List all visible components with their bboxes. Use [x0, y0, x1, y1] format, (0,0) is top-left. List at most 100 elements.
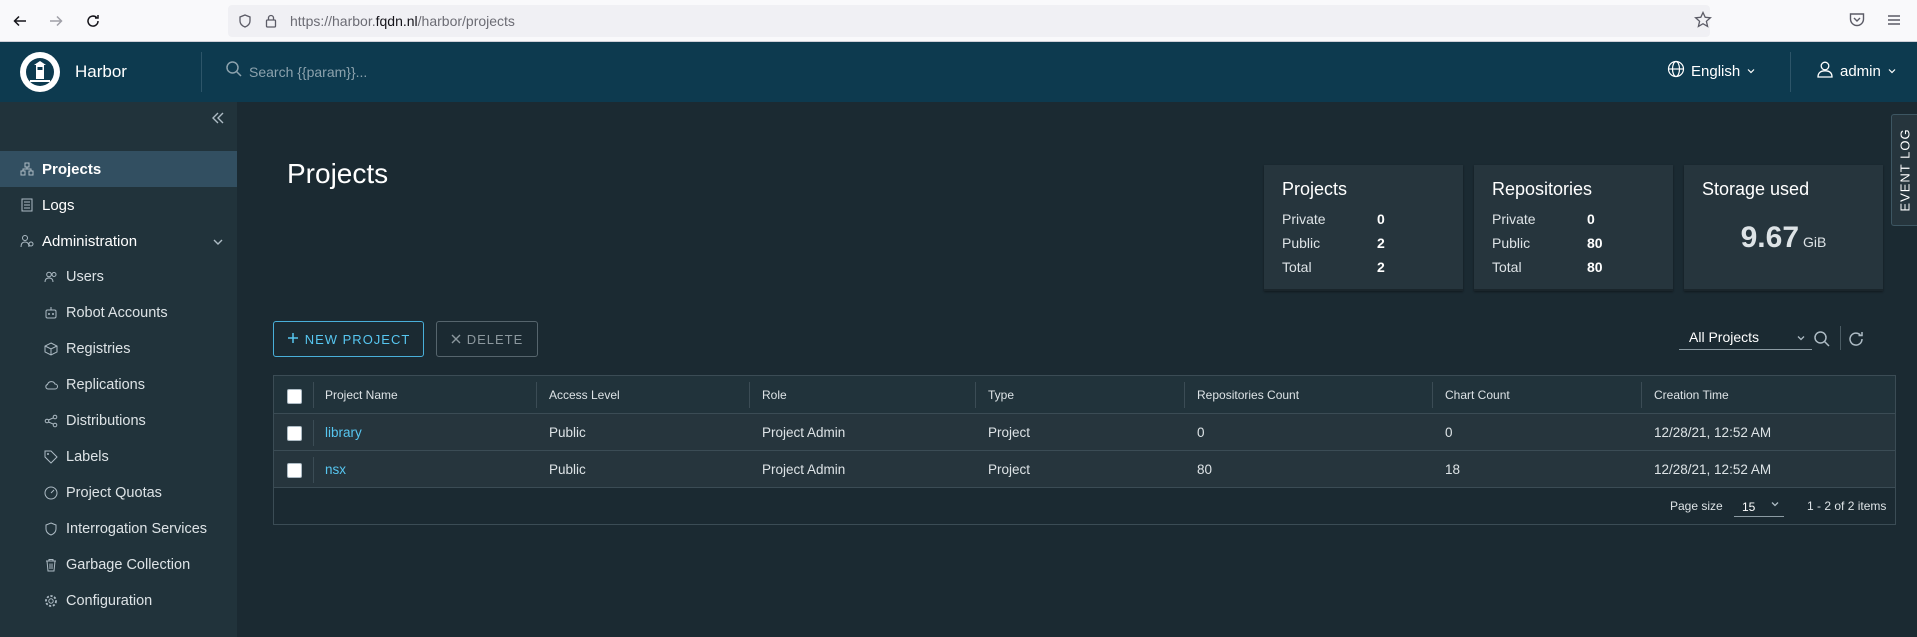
header-divider	[201, 52, 202, 92]
projects-icon	[20, 162, 34, 176]
sidebar-item-interrogation-services[interactable]: Interrogation Services	[0, 511, 237, 547]
sidebar-item-label: Distributions	[66, 413, 146, 429]
user-menu[interactable]: admin	[1816, 60, 1897, 82]
shield-icon[interactable]	[237, 13, 253, 29]
cell-role: Project Admin	[762, 462, 846, 477]
registries-icon	[44, 342, 58, 356]
event-log-tab[interactable]: EVENT LOG	[1891, 114, 1917, 226]
pagination-description: 1 - 2 of 2 items	[1807, 499, 1887, 513]
column-header-repositories-count[interactable]: Repositories Count	[1197, 388, 1299, 402]
forward-icon[interactable]	[44, 9, 68, 33]
projects-table: Project Name Access Level Role Type Repo…	[273, 375, 1896, 525]
sidebar-item-label: Administration	[42, 232, 138, 250]
sidebar-item-project-quotas[interactable]: Project Quotas	[0, 475, 237, 511]
hamburger-menu-icon[interactable]	[1885, 11, 1903, 34]
share-icon	[44, 414, 58, 428]
sidebar-item-label: Labels	[66, 449, 109, 465]
table-footer: Page size 15 1 - 2 of 2 items	[274, 488, 1895, 524]
chevron-down-icon	[1746, 63, 1756, 80]
page-size-select[interactable]: 15	[1734, 495, 1784, 517]
administration-icon	[20, 234, 34, 248]
search-input[interactable]	[249, 63, 549, 80]
project-name-link[interactable]: nsx	[325, 462, 346, 477]
column-header-access-level[interactable]: Access Level	[549, 388, 620, 402]
cloud-icon	[44, 378, 58, 392]
globe-icon	[1667, 60, 1685, 82]
toolbar-divider	[1840, 326, 1841, 350]
page-size-value: 15	[1742, 500, 1756, 514]
column-divider	[313, 457, 314, 483]
browser-toolbar: https://harbor.fqdn.nl/harbor/projects	[0, 0, 1917, 42]
cell-chart-count: 0	[1445, 425, 1453, 440]
column-divider	[1432, 382, 1433, 408]
sidebar-item-garbage-collection[interactable]: Garbage Collection	[0, 547, 237, 583]
sidebar-item-label: Interrogation Services	[66, 521, 208, 537]
language-label: English	[1691, 62, 1741, 80]
cell-type: Project	[988, 425, 1031, 440]
sidebar: Projects Logs Administration Users Robot…	[0, 102, 237, 637]
storage-summary-card: Storage used 9.67 GiB	[1684, 165, 1883, 291]
projects-summary-card: Projects Private 0 Public 2 Total 2	[1264, 165, 1463, 291]
table-row: nsx Public Project Admin Project 80 18 1…	[274, 451, 1895, 488]
repositories-summary-card: Repositories Private 0 Public 80 Total 80	[1474, 165, 1673, 291]
url-text: https://harbor.fqdn.nl/harbor/projects	[290, 13, 515, 29]
back-icon[interactable]	[8, 9, 32, 33]
header-divider	[1790, 52, 1791, 92]
column-header-type[interactable]: Type	[988, 388, 1014, 402]
sidebar-item-label: Projects	[42, 160, 102, 178]
column-header-creation-time[interactable]: Creation Time	[1654, 388, 1729, 402]
sidebar-item-users[interactable]: Users	[0, 259, 237, 295]
pocket-icon[interactable]	[1848, 11, 1866, 34]
project-filter-select[interactable]: All Projects	[1679, 326, 1812, 350]
table-row: library Public Project Admin Project 0 0…	[274, 414, 1895, 451]
page-size-label: Page size	[1670, 499, 1723, 513]
delete-button[interactable]: DELETE	[436, 321, 538, 357]
sidebar-item-labels[interactable]: Labels	[0, 439, 237, 475]
new-project-button[interactable]: NEW PROJECT	[273, 321, 424, 357]
column-divider	[1641, 382, 1642, 408]
dashboard-icon	[44, 486, 58, 500]
page-title: Projects	[287, 158, 389, 189]
storage-value: 9.67 GiB	[1740, 221, 1827, 254]
search-icon[interactable]	[225, 60, 243, 83]
column-header-project-name[interactable]: Project Name	[325, 388, 398, 402]
select-all-checkbox[interactable]	[287, 389, 302, 404]
sidebar-item-logs[interactable]: Logs	[0, 187, 237, 223]
chevron-down-icon	[1770, 498, 1780, 512]
refresh-icon[interactable]	[1847, 330, 1865, 353]
lock-icon[interactable]	[263, 13, 279, 29]
project-name-link[interactable]: library	[325, 425, 362, 440]
column-divider	[749, 382, 750, 408]
sidebar-item-label: Registries	[66, 341, 131, 357]
global-search	[225, 60, 549, 83]
row-checkbox[interactable]	[287, 426, 302, 441]
column-header-role[interactable]: Role	[762, 388, 787, 402]
sidebar-item-robot-accounts[interactable]: Robot Accounts	[0, 295, 237, 331]
logs-icon	[20, 198, 34, 212]
language-selector[interactable]: English	[1667, 60, 1756, 82]
filter-value: All Projects	[1689, 329, 1760, 345]
sidebar-item-replications[interactable]: Replications	[0, 367, 237, 403]
cell-creation-time: 12/28/21, 12:52 AM	[1654, 425, 1772, 440]
sidebar-item-label: Project Quotas	[66, 485, 162, 501]
sidebar-item-distributions[interactable]: Distributions	[0, 403, 237, 439]
new-project-label: NEW PROJECT	[304, 331, 411, 347]
sidebar-item-administration[interactable]: Administration	[0, 223, 237, 259]
table-header: Project Name Access Level Role Type Repo…	[274, 376, 1895, 414]
sidebar-item-registries[interactable]: Registries	[0, 331, 237, 367]
users-icon	[44, 270, 58, 284]
sidebar-item-projects[interactable]: Projects	[0, 151, 237, 187]
sidebar-item-configuration[interactable]: Configuration	[0, 583, 237, 619]
trash-icon	[44, 558, 58, 572]
row-checkbox[interactable]	[287, 463, 302, 478]
reload-icon[interactable]	[81, 9, 105, 33]
bookmark-star-icon[interactable]	[1694, 10, 1712, 34]
column-header-chart-count[interactable]: Chart Count	[1445, 388, 1510, 402]
brand-name[interactable]: Harbor	[75, 62, 127, 82]
collapse-sidebar-icon[interactable]	[210, 110, 226, 131]
column-divider	[313, 382, 314, 408]
harbor-logo[interactable]	[20, 52, 60, 92]
plus-icon	[287, 332, 299, 347]
url-bar[interactable]: https://harbor.fqdn.nl/harbor/projects	[228, 5, 1710, 37]
search-icon[interactable]	[1813, 330, 1831, 353]
